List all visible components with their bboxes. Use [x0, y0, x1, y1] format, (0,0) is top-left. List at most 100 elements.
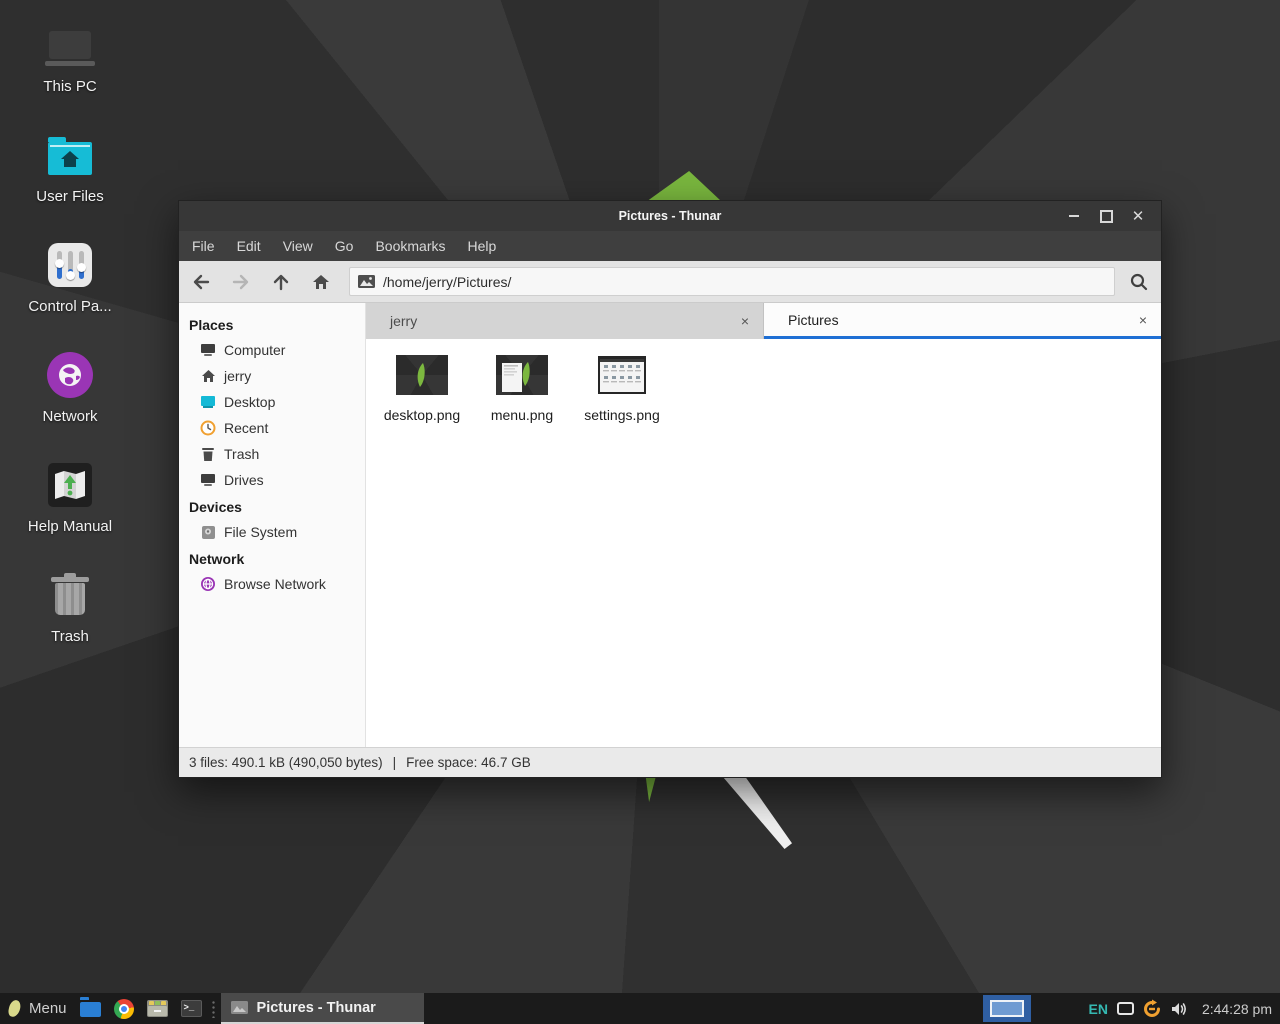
display-tray-icon[interactable] — [1117, 1002, 1134, 1015]
window-body: Places Computer jerry — [179, 303, 1161, 747]
start-menu-button[interactable]: Menu — [29, 1000, 67, 1017]
up-button[interactable] — [261, 264, 301, 300]
file-settings-png[interactable]: settings.png — [572, 349, 672, 423]
arrow-left-icon — [191, 272, 211, 292]
menubar: File Edit View Go Bookmarks Help — [179, 231, 1161, 261]
sidebar: Places Computer jerry — [179, 303, 366, 747]
globe-icon — [200, 576, 216, 592]
desktop-icon-help-manual[interactable]: Help Manual — [16, 456, 124, 566]
close-button[interactable]: ✕ — [1129, 207, 1147, 225]
menu-edit[interactable]: Edit — [226, 231, 272, 261]
keyboard-layout-indicator[interactable]: EN — [1088, 1001, 1107, 1017]
tab-bar: jerry × Pictures × — [366, 303, 1161, 339]
content-column: jerry × Pictures × — [366, 303, 1161, 747]
file-name: desktop.png — [384, 407, 460, 423]
sidebar-header-network: Network — [179, 545, 365, 571]
sidebar-header-devices: Devices — [179, 493, 365, 519]
desktop-monitor-icon — [200, 394, 216, 410]
desktop-icon-network[interactable]: Network — [16, 346, 124, 456]
desktop-icon-label: Network — [42, 408, 97, 425]
tab-close-icon[interactable]: × — [741, 313, 749, 329]
sidebar-item-label: jerry — [224, 368, 251, 384]
status-files-text: 3 files: 490.1 kB (490,050 bytes) — [189, 755, 383, 770]
map-icon — [48, 463, 92, 507]
clock-icon — [200, 420, 216, 436]
tab-jerry[interactable]: jerry × — [366, 303, 764, 339]
volume-tray-icon[interactable] — [1170, 1001, 1188, 1017]
desktop-icon-label: Help Manual — [28, 518, 112, 535]
maximize-button[interactable] — [1097, 207, 1115, 225]
sliders-icon — [48, 243, 92, 287]
sidebar-item-desktop[interactable]: Desktop — [179, 389, 365, 415]
computer-icon — [200, 342, 216, 358]
sidebar-item-file-system[interactable]: File System — [179, 519, 365, 545]
tasklist-grip[interactable] — [211, 1000, 217, 1018]
sidebar-item-drives[interactable]: Drives — [179, 467, 365, 493]
wallpaper-logo-fragment — [645, 171, 721, 201]
sidebar-item-browse-network[interactable]: Browse Network — [179, 571, 365, 597]
desktop-icon-label: Control Pa... — [28, 298, 111, 315]
menu-file[interactable]: File — [181, 231, 226, 261]
speaker-icon — [1170, 1001, 1188, 1017]
file-manager-launcher[interactable] — [80, 1000, 101, 1017]
terminal-launcher[interactable]: >_ — [181, 1000, 202, 1017]
search-button[interactable] — [1119, 264, 1159, 300]
home-icon — [311, 272, 331, 292]
image-icon — [231, 1001, 248, 1014]
menu-view[interactable]: View — [272, 231, 324, 261]
path-bar[interactable]: /home/jerry/Pictures/ — [349, 267, 1115, 296]
titlebar[interactable]: Pictures - Thunar ✕ — [179, 201, 1161, 231]
desktop-icon-list: This PC User Files Control Pa... — [16, 16, 124, 676]
file-name: menu.png — [491, 407, 553, 423]
file-list[interactable]: desktop.png — [366, 339, 1161, 747]
archive-launcher[interactable] — [147, 1000, 168, 1017]
desktop-icon-trash[interactable]: Trash — [16, 566, 124, 676]
sidebar-item-trash[interactable]: Trash — [179, 441, 365, 467]
sidebar-item-jerry[interactable]: jerry — [179, 363, 365, 389]
start-menu-icon[interactable] — [7, 999, 21, 1018]
window-title: Pictures - Thunar — [179, 209, 1161, 223]
back-button[interactable] — [181, 264, 221, 300]
computer-icon — [49, 31, 91, 59]
menu-bookmarks[interactable]: Bookmarks — [364, 231, 456, 261]
sidebar-item-label: Recent — [224, 420, 268, 436]
menu-help[interactable]: Help — [457, 231, 508, 261]
tab-pictures[interactable]: Pictures × — [764, 303, 1161, 339]
sidebar-item-computer[interactable]: Computer — [179, 337, 365, 363]
home-button[interactable] — [301, 264, 341, 300]
sidebar-item-label: Trash — [224, 446, 259, 462]
sidebar-item-label: File System — [224, 524, 297, 540]
status-free-space: Free space: 46.7 GB — [406, 755, 531, 770]
arrow-right-icon — [231, 272, 251, 292]
image-icon — [358, 275, 375, 288]
update-refresh-icon — [1142, 999, 1162, 1019]
task-label: Pictures - Thunar — [257, 1000, 376, 1016]
thunar-window: Pictures - Thunar ✕ File Edit View Go Bo… — [178, 200, 1162, 778]
file-desktop-png[interactable]: desktop.png — [372, 349, 472, 423]
minimize-button[interactable] — [1065, 207, 1083, 225]
browser-launcher[interactable] — [114, 999, 134, 1019]
sidebar-item-label: Browse Network — [224, 576, 326, 592]
clock[interactable]: 2:44:28 pm — [1202, 1001, 1272, 1017]
forward-button[interactable] — [221, 264, 261, 300]
tab-close-icon[interactable]: × — [1139, 312, 1147, 328]
sidebar-item-label: Drives — [224, 472, 264, 488]
menu-go[interactable]: Go — [324, 231, 365, 261]
terminal-icon: >_ — [181, 1000, 202, 1017]
file-thumbnail — [396, 349, 448, 401]
sidebar-item-label: Desktop — [224, 394, 275, 410]
sidebar-header-places: Places — [179, 311, 365, 337]
update-manager-tray-icon[interactable] — [1142, 999, 1162, 1019]
trash-icon — [55, 583, 85, 615]
workspace-switcher[interactable] — [983, 995, 1031, 1022]
wallpaper-logo-fragment — [720, 777, 795, 849]
sidebar-item-recent[interactable]: Recent — [179, 415, 365, 441]
file-menu-png[interactable]: menu.png — [472, 349, 572, 423]
desktop: This PC User Files Control Pa... — [0, 0, 1280, 1024]
desktop-icon-user-files[interactable]: User Files — [16, 126, 124, 236]
taskbar-task-thunar[interactable]: Pictures - Thunar — [221, 993, 424, 1024]
path-text: /home/jerry/Pictures/ — [383, 274, 511, 290]
desktop-icon-control-panel[interactable]: Control Pa... — [16, 236, 124, 346]
desktop-icon-this-pc[interactable]: This PC — [16, 16, 124, 126]
taskbar: Menu >_ Pictures - Thunar EN — [0, 993, 1280, 1024]
